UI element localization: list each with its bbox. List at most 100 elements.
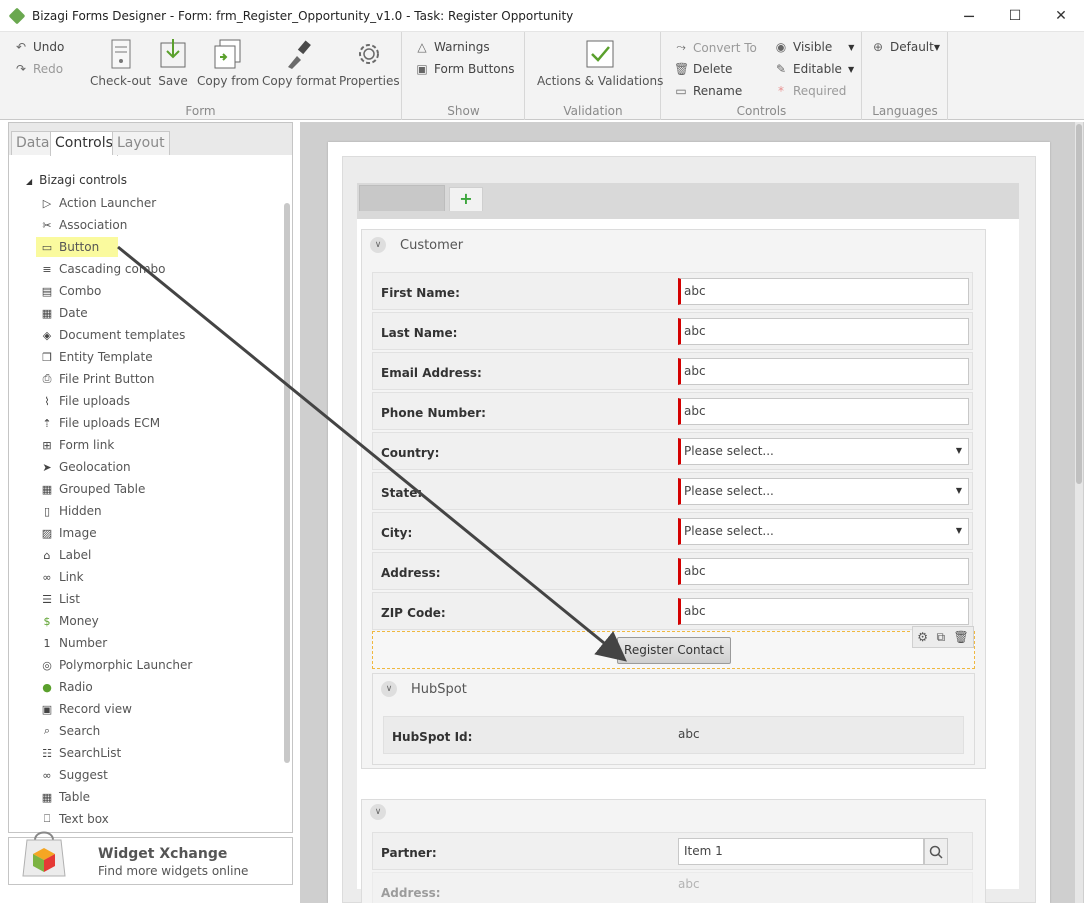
controls-panel: Data Controls Layout ◢ Bizagi controls ▷ A… [8,122,293,833]
partner-address-value: abc [678,877,700,891]
hubspot-group-header[interactable]: ∨ HubSpot [373,674,974,704]
hubspot-group: ∨ HubSpot HubSpot Id: abc [372,673,975,765]
tree-item-combo[interactable]: ▤ Combo [40,281,102,301]
tree-item-list[interactable]: ☰ List [40,589,80,609]
tree-item-image[interactable]: ▨ Image [40,523,97,543]
hubspot-id-value: abc [678,727,700,741]
warnings-button[interactable]: △ Warnings [415,40,489,54]
chevron-down-icon: ▼ [955,526,962,535]
maximize-button[interactable]: ☐ [992,0,1038,32]
tree-item-file-uploads[interactable]: ⌇ File uploads [40,391,130,411]
zip-code-input[interactable]: abc [678,598,969,625]
canvas-scrollbar[interactable] [1075,122,1083,903]
calendar-icon: ▦ [41,306,53,320]
upload-icon: ⇡ [42,416,52,430]
partner-group-header[interactable]: ∨ [362,800,985,824]
redo-button[interactable]: ↷ Redo [14,62,63,76]
tab-layout[interactable]: Layout [112,131,170,155]
editable-dropdown[interactable]: ✎ Editable ▼ [774,62,854,76]
first-name-input[interactable]: abc [678,278,969,305]
canvas-scroll-thumb[interactable] [1076,124,1082,484]
search-icon: ⌕ [43,724,51,737]
phone-number-input[interactable]: abc [678,398,969,425]
tree-item-record-view[interactable]: ▣ Record view [40,699,132,719]
tree-item-association[interactable]: ✂ Association [40,215,127,235]
add-tab-icon[interactable]: + [449,187,483,211]
trash-icon[interactable]: 🗑 [954,630,969,644]
tree-item-file-print-button[interactable]: ⎙ File Print Button [40,369,155,389]
tree-item-geolocation[interactable]: ➤ Geolocation [40,457,130,477]
tree-item-entity-template[interactable]: ❐ Entity Template [40,347,153,367]
tree-item-radio[interactable]: ● Radio [40,677,93,697]
tree-scrollbar[interactable] [284,203,290,763]
tree-item-polymorphic-launcher[interactable]: ◎ Polymorphic Launcher [40,655,192,675]
zip-code-row: ZIP Code: abc [372,592,973,630]
tree-item-label[interactable]: ⌂ Label [40,545,92,565]
tab-data[interactable]: Data [11,131,55,155]
checkout-button[interactable]: Check-out [90,38,151,88]
delete-button[interactable]: 🗑 Delete [674,62,732,76]
properties-button[interactable]: Properties [339,38,400,88]
actions-validations-button[interactable]: Actions & Validations [537,38,663,88]
tree-root[interactable]: ◢ Bizagi controls [26,173,127,187]
tree-item-link[interactable]: ∞ Link [40,567,83,587]
tree-item-number[interactable]: 1 Number [40,633,108,653]
tree-item-grouped-table[interactable]: ▦ Grouped Table [40,479,146,499]
document-template-icon: ◈ [42,328,52,342]
address-input[interactable]: abc [678,558,969,585]
languages-group: ⊕ Default ▼ Languages [863,32,948,120]
tree-item-cascading-combo[interactable]: ≡ Cascading combo [40,259,165,279]
chevron-down-icon[interactable]: ∨ [370,804,386,820]
form-buttons-toggle[interactable]: ▣ Form Buttons [415,62,514,76]
suggest-icon: ∞ [42,768,52,782]
tree-item-document-templates[interactable]: ◈ Document templates [40,325,186,345]
tab-controls[interactable]: Controls [50,131,118,156]
email-address-input[interactable]: abc [678,358,969,385]
customer-group-header[interactable]: ∨ Customer [362,230,985,260]
checkmark-icon [585,38,615,70]
undo-button[interactable]: ↶ Undo [14,40,64,54]
tree-item-action-launcher[interactable]: ▷ Action Launcher [40,193,156,213]
state-select[interactable]: Please select... ▼ [678,478,969,505]
partner-input[interactable]: Item 1 [678,838,924,865]
convert-icon: ⤳ [676,40,686,54]
convert-to-button[interactable]: ⤳ Convert To [674,40,757,55]
first-name-row: First Name: abc [372,272,973,310]
chevron-down-icon[interactable]: ∨ [370,237,386,253]
image-icon: ▨ [41,526,53,540]
widget-xchange[interactable]: Widget Xchange Find more widgets online [8,831,293,885]
register-contact-button[interactable]: Register Contact [617,637,731,664]
zip-code-label: ZIP Code: [381,606,446,620]
close-button[interactable]: ✕ [1038,0,1084,32]
tree-item-searchlist[interactable]: ☷ SearchList [40,743,121,763]
visible-dropdown[interactable]: ◉ Visible ▼ [774,40,855,54]
last-name-input[interactable]: abc [678,318,969,345]
copy-icon[interactable]: ⧉ [936,630,945,645]
tree-item-date[interactable]: ▦ Date [40,303,88,323]
tree-item-button[interactable]: ▭ Button [36,237,118,257]
widget-xchange-title: Widget Xchange [98,846,228,862]
country-select[interactable]: Please select... ▼ [678,438,969,465]
tree-item-form-link[interactable]: ⊞ Form link [40,435,114,455]
polymorphic-icon: ◎ [42,658,52,672]
chevron-down-icon[interactable]: ∨ [381,681,397,697]
email-address-row: Email Address: abc [372,352,973,390]
gear-icon[interactable]: ⚙ [917,630,928,644]
language-dropdown[interactable]: ⊕ Default ▼ [871,40,940,54]
tree-item-money[interactable]: $ Money [40,611,99,631]
tree-item-suggest[interactable]: ∞ Suggest [40,765,107,785]
tree-item-table[interactable]: ▦ Table [40,787,90,807]
search-icon[interactable] [924,838,948,865]
copy-from-button[interactable]: Copy from [197,38,259,88]
tree-item-file-uploads-ecm[interactable]: ⇡ File uploads ECM [40,413,160,433]
save-button[interactable]: Save [158,38,188,88]
rename-button[interactable]: ▭ Rename [674,84,742,98]
tree-item-search[interactable]: ⌕ Search [40,721,100,741]
partner-address-row: Address: abc [372,872,973,903]
minimize-button[interactable]: ─ [946,0,992,32]
copy-format-button[interactable]: Copy format [262,38,336,88]
tree-item-hidden[interactable]: ▯ Hidden [40,501,102,521]
form-tab-1[interactable] [359,185,445,211]
city-select[interactable]: Please select... ▼ [678,518,969,545]
required-toggle[interactable]: * Required [774,84,846,98]
